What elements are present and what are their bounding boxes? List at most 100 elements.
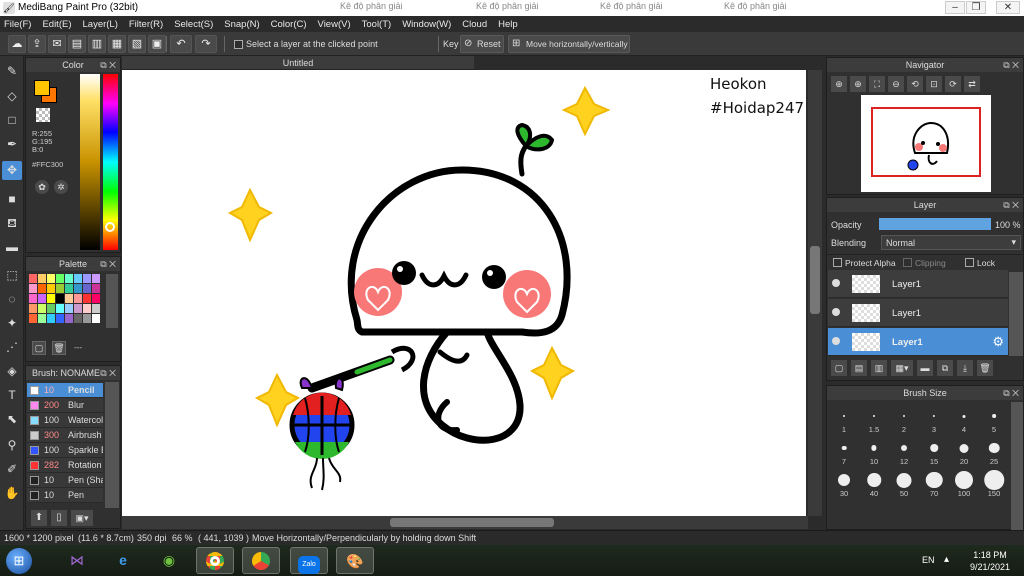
menu-layer[interactable]: Layer(L) xyxy=(83,19,118,30)
visual-studio-icon[interactable]: ⋈ xyxy=(58,547,96,574)
merge-down-icon[interactable]: ⤓ xyxy=(957,360,973,376)
magic-wand-icon[interactable]: ✦ xyxy=(2,314,22,333)
palette-swatch[interactable] xyxy=(29,274,37,283)
cloud-icon[interactable]: ☁ xyxy=(8,35,26,53)
menu-select[interactable]: Select(S) xyxy=(174,19,213,30)
move-tool-icon[interactable]: ✥ xyxy=(2,161,22,180)
brush-size-option[interactable]: 7 xyxy=(829,436,859,466)
zoom-plus-icon[interactable]: ⊕ xyxy=(850,76,866,92)
palette-swatch[interactable] xyxy=(83,284,91,293)
layer-row[interactable]: Layer1 xyxy=(828,299,1008,327)
internet-explorer-icon[interactable]: e xyxy=(104,547,142,574)
eraser-tool-icon[interactable]: ◇ xyxy=(2,87,22,106)
palette-swatch[interactable] xyxy=(92,294,100,303)
palette-swatch[interactable] xyxy=(92,284,100,293)
gear-icon[interactable]: ⚙ xyxy=(992,334,1004,350)
brush-size-option[interactable]: 1.5 xyxy=(859,404,889,434)
brush-item[interactable]: 200 Blur xyxy=(27,398,103,413)
document-icon[interactable]: ▥ xyxy=(88,35,106,53)
palette-swatch[interactable] xyxy=(47,274,55,283)
new-halftone-layer-icon[interactable]: ▤ xyxy=(851,360,867,376)
palette-swatch[interactable] xyxy=(65,294,73,303)
palette-swatch[interactable] xyxy=(38,304,46,313)
brush-size-option[interactable]: 100 xyxy=(949,468,979,498)
brush-size-option[interactable]: 3 xyxy=(919,404,949,434)
palette-swatch[interactable] xyxy=(38,314,46,323)
brush-menu-icon[interactable]: ▣▾ xyxy=(71,510,93,526)
rotate-right-icon[interactable]: ⟳ xyxy=(945,76,961,92)
brush-size-option[interactable]: 150 xyxy=(979,468,1009,498)
zoom-out-icon[interactable]: ⊖ xyxy=(888,76,904,92)
clipping-checkbox[interactable] xyxy=(903,258,912,267)
brush-size-option[interactable]: 40 xyxy=(859,468,889,498)
brush-scrollbar[interactable] xyxy=(105,382,119,508)
chat-icon[interactable]: ▤ xyxy=(68,35,86,53)
new-palette-icon[interactable]: ▢ xyxy=(32,341,46,355)
brush-size-option[interactable]: 4 xyxy=(949,404,979,434)
document-tab[interactable]: Untitled xyxy=(122,56,474,70)
layer-row[interactable]: Layer1 xyxy=(828,270,1008,298)
menu-help[interactable]: Help xyxy=(498,19,518,30)
palette-swatch[interactable] xyxy=(92,274,100,283)
fit-icon[interactable]: ⛶ xyxy=(869,76,885,92)
palette-swatch[interactable] xyxy=(56,294,64,303)
menu-tool[interactable]: Tool(T) xyxy=(362,19,392,30)
palette-swatch[interactable] xyxy=(74,274,82,283)
close-button[interactable]: ✕ xyxy=(996,1,1020,14)
palette-swatch[interactable] xyxy=(74,284,82,293)
palette-swatch[interactable] xyxy=(74,314,82,323)
palette-swatch[interactable] xyxy=(47,304,55,313)
zalo-icon[interactable]: Zalo xyxy=(290,547,328,574)
delete-layer-icon[interactable]: 🗑 xyxy=(977,360,993,376)
navigator-preview[interactable] xyxy=(861,95,991,192)
medibang-icon[interactable]: 🎨 xyxy=(336,547,374,574)
comment-icon[interactable]: ✉ xyxy=(48,35,66,53)
dropper-tool-icon[interactable]: ✐ xyxy=(2,460,22,479)
palette-swatch[interactable] xyxy=(65,314,73,323)
palette-swatch[interactable] xyxy=(83,294,91,303)
brush-item[interactable]: 100 Watercolor xyxy=(27,413,103,428)
browser-tab[interactable]: Kê độ phân giải xyxy=(472,1,546,15)
brush-size-option[interactable]: 15 xyxy=(919,436,949,466)
layer-options-icon[interactable]: ▦▾ xyxy=(891,360,913,376)
brush-page-icon[interactable]: ▯ xyxy=(51,510,67,526)
palette-swatch[interactable] xyxy=(92,304,100,313)
horizontal-scroll-thumb[interactable] xyxy=(390,518,554,527)
brush-size-option[interactable]: 25 xyxy=(979,436,1009,466)
rotate-left-icon[interactable]: ⟲ xyxy=(907,76,923,92)
layer-row-selected[interactable]: Layer1 ⚙ xyxy=(828,328,1008,356)
menu-view[interactable]: View(V) xyxy=(318,19,351,30)
panel-controls-icon[interactable]: ⧉ ✕ xyxy=(1003,386,1019,400)
visibility-icon[interactable] xyxy=(832,308,840,316)
menu-color[interactable]: Color(C) xyxy=(271,19,307,30)
palette-swatch[interactable] xyxy=(65,274,73,283)
palette-swatch[interactable] xyxy=(38,274,46,283)
frame-icon[interactable]: ▣ xyxy=(148,35,166,53)
menu-cloud[interactable]: Cloud xyxy=(462,19,487,30)
brush-size-option[interactable]: 20 xyxy=(949,436,979,466)
brush-item[interactable]: 282 Rotation xyxy=(27,458,103,473)
palette-swatch[interactable] xyxy=(92,314,100,323)
brush-size-option[interactable]: 70 xyxy=(919,468,949,498)
visibility-icon[interactable] xyxy=(832,279,840,287)
panel-controls-icon[interactable]: ⧉ ✕ xyxy=(100,366,116,380)
delete-palette-icon[interactable]: 🗑 xyxy=(52,341,66,355)
menu-filter[interactable]: Filter(R) xyxy=(129,19,163,30)
pen-tool-icon[interactable]: ✒ xyxy=(2,135,22,154)
horizontal-scrollbar[interactable] xyxy=(122,516,808,529)
hue-picker-handle[interactable] xyxy=(105,222,115,232)
palette-swatch[interactable] xyxy=(74,294,82,303)
palette-swatch[interactable] xyxy=(83,304,91,313)
maximize-button[interactable]: ❐ xyxy=(966,1,986,14)
palette-swatch[interactable] xyxy=(47,294,55,303)
brush-item[interactable]: 10 Pen xyxy=(27,488,103,503)
brush-item[interactable]: 10 Pen (Sharp) xyxy=(27,473,103,488)
hand-tool-icon[interactable]: ✋ xyxy=(2,484,22,503)
palette-scrollbar[interactable] xyxy=(106,274,118,328)
panel-controls-icon[interactable]: ⧉ ✕ xyxy=(100,58,116,72)
chrome-window-icon[interactable] xyxy=(242,547,280,574)
coccoc-icon[interactable]: ◉ xyxy=(150,547,188,574)
primary-color-swatch[interactable] xyxy=(34,80,50,96)
palette-swatch[interactable] xyxy=(38,284,46,293)
new-layer-icon[interactable]: ▢ xyxy=(831,360,847,376)
